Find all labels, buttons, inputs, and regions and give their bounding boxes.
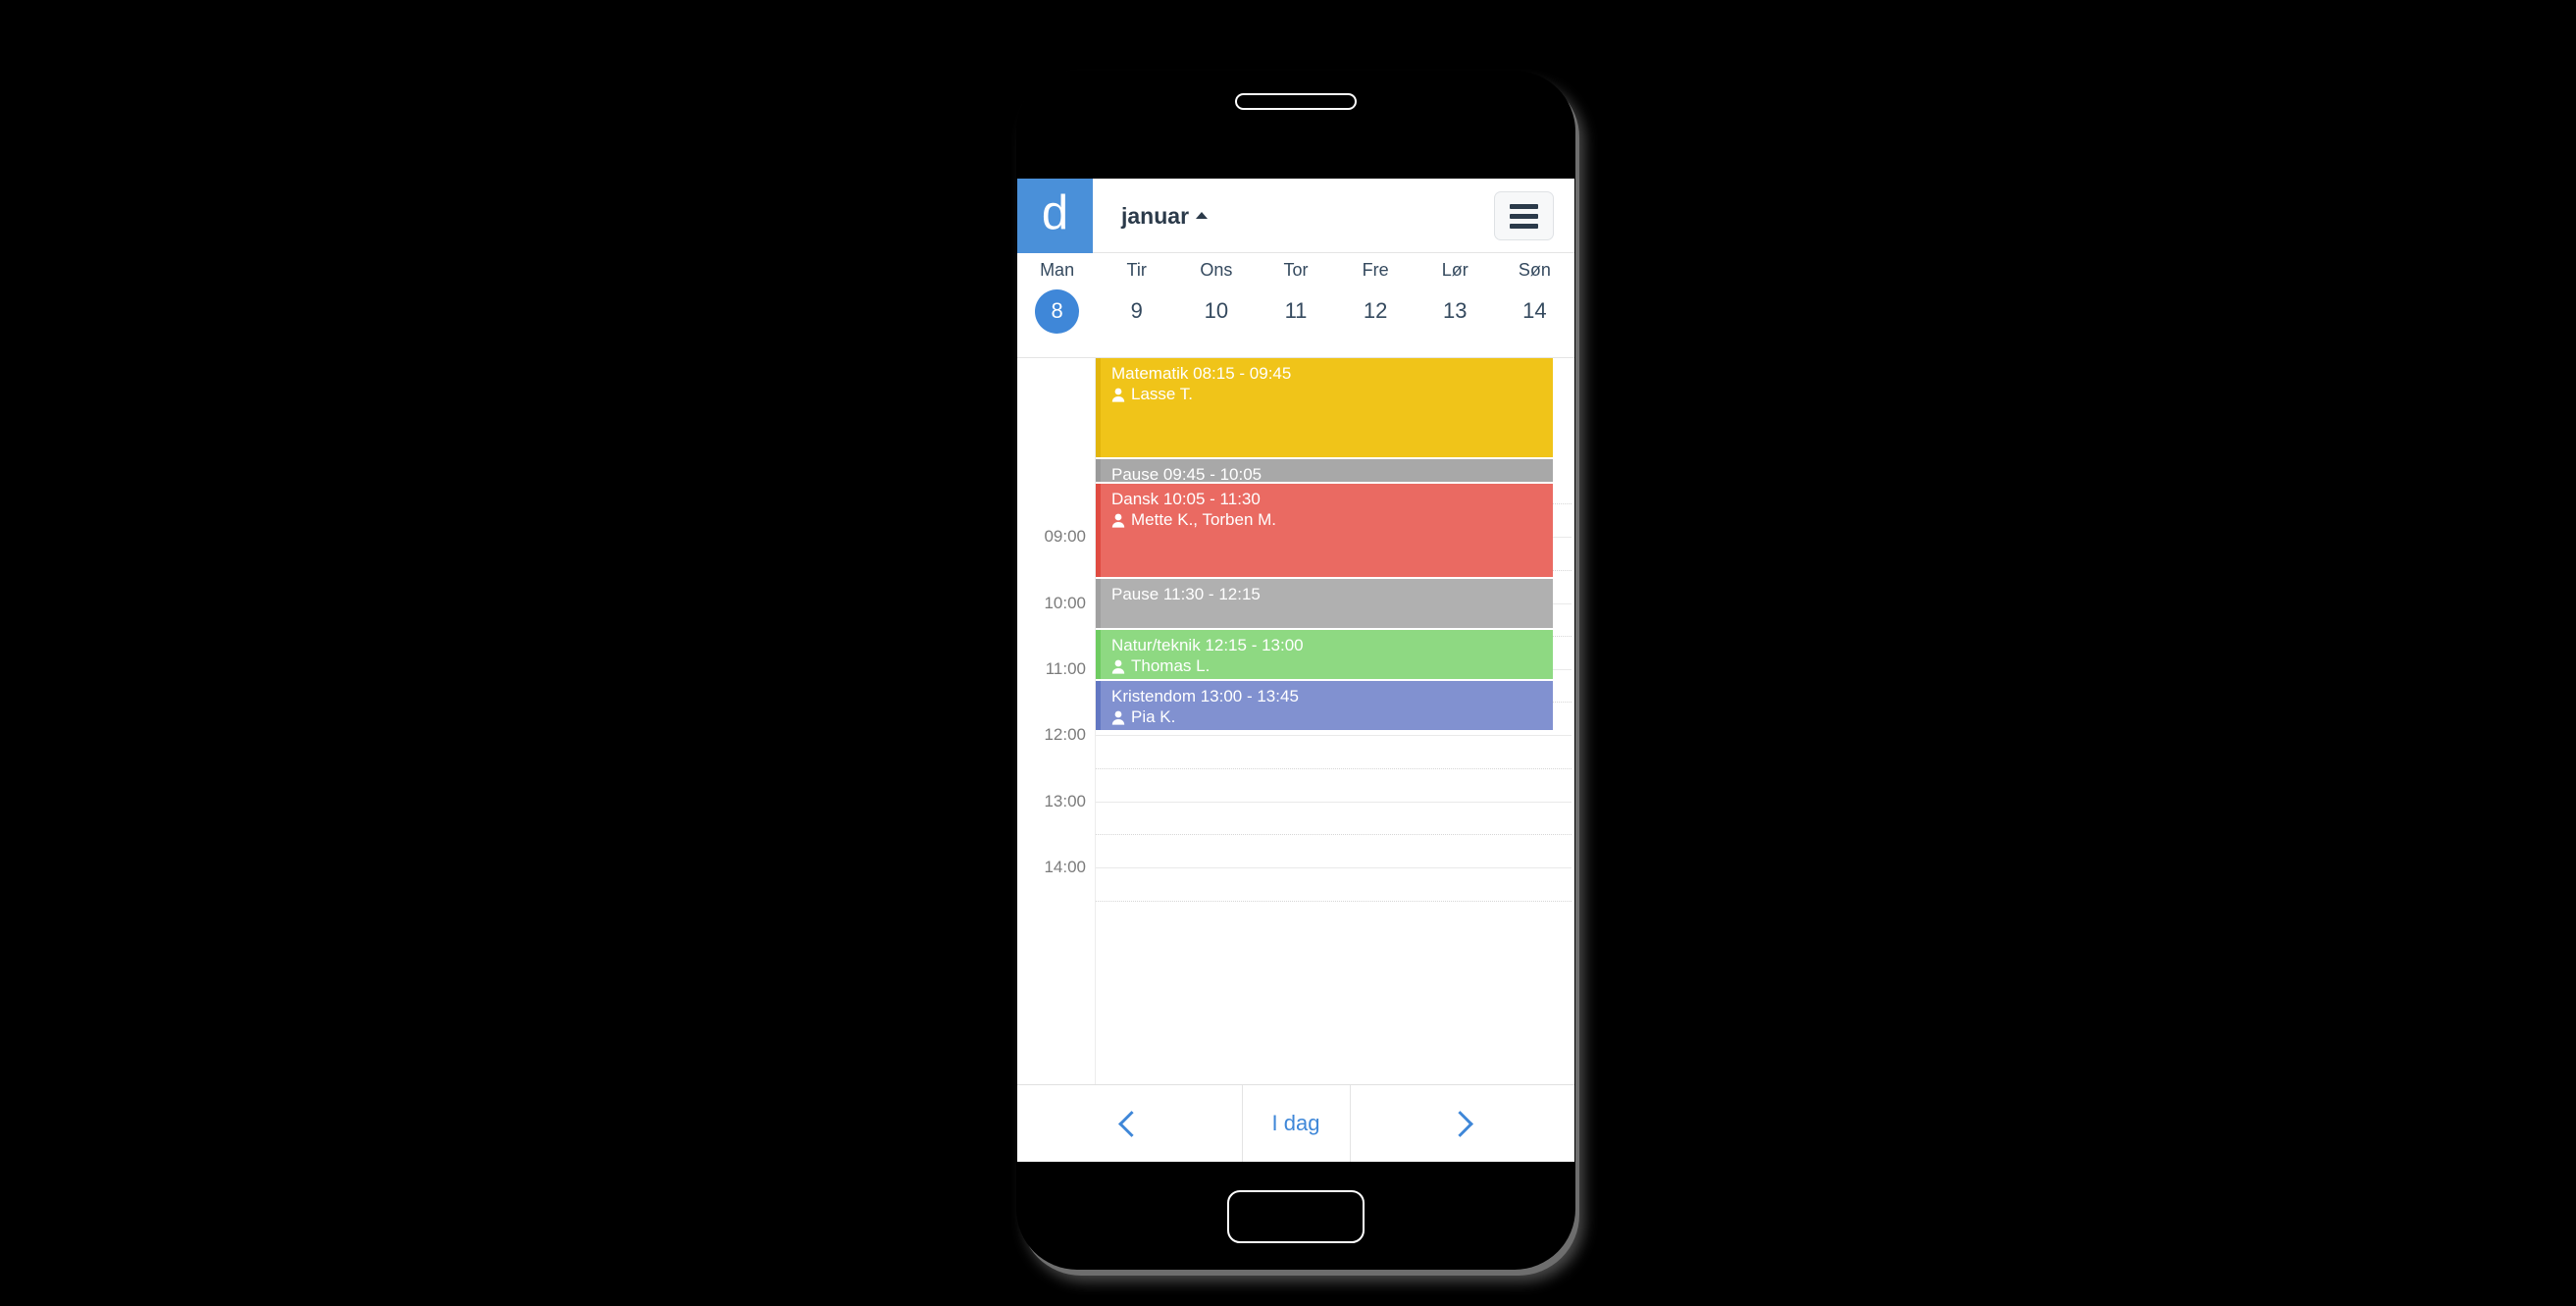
event-title: Pause 09:45 - 10:05 [1111, 465, 1262, 482]
event-teacher-label: Lasse T. [1131, 385, 1194, 404]
hamburger-bar [1510, 203, 1538, 209]
event-teacher: Lasse T. [1111, 384, 1553, 405]
phone-speaker-icon [1235, 93, 1357, 110]
event-title: Natur/teknik 12:15 - 13:00 [1111, 636, 1304, 654]
previous-week-button[interactable] [1017, 1085, 1243, 1162]
chevron-right-icon [1446, 1110, 1473, 1137]
time-axis-column: 09:00 10:00 11:00 12:00 13:00 14:00 [1017, 358, 1095, 1084]
day-number-8[interactable]: 8 [1017, 285, 1097, 338]
person-icon [1111, 388, 1125, 402]
day-number-label: 10 [1204, 298, 1229, 323]
today-button-label: I dag [1271, 1111, 1320, 1135]
calendar-event[interactable]: Pause 11:30 - 12:15 [1096, 579, 1553, 628]
weekday-name-tor[interactable]: Tor [1256, 260, 1335, 281]
time-label: 09:00 [1044, 527, 1086, 546]
day-number-13[interactable]: 13 [1416, 285, 1495, 338]
event-teacher-label: Pia K. [1131, 707, 1176, 727]
weekday-name-ons[interactable]: Ons [1176, 260, 1256, 281]
event-list: Matematik 08:15 - 09:45 Lasse T. Pause 09:… [1096, 358, 1553, 1084]
day-number-11[interactable]: 11 [1256, 285, 1335, 338]
hamburger-menu-button[interactable] [1494, 191, 1554, 240]
bottom-navigation-bar: I dag [1017, 1084, 1574, 1162]
event-title: Pause 11:30 - 12:15 [1111, 585, 1261, 603]
weekday-name-fre[interactable]: Fre [1336, 260, 1416, 281]
time-label: 14:00 [1044, 858, 1086, 876]
today-button[interactable]: I dag [1243, 1085, 1351, 1162]
calendar-day-grid[interactable]: 09:00 10:00 11:00 12:00 13:00 14:00 Matematik… [1017, 358, 1574, 1084]
calendar-event[interactable]: Matematik 08:15 - 09:45 Lasse T. [1096, 358, 1553, 457]
day-number-label: 14 [1522, 298, 1547, 323]
day-number-12[interactable]: 12 [1336, 285, 1416, 338]
event-teacher: Pia K. [1111, 706, 1553, 728]
time-label: 12:00 [1044, 725, 1086, 744]
event-title: Kristendom 13:00 - 13:45 [1111, 687, 1299, 705]
event-teacher-label: Mette K., Torben M. [1131, 510, 1277, 530]
person-icon [1111, 659, 1125, 674]
time-label: 11:00 [1045, 659, 1086, 678]
person-icon [1111, 710, 1125, 725]
day-number-label: 9 [1130, 298, 1143, 323]
event-teacher: Thomas L. [1111, 655, 1553, 677]
time-label: 10:00 [1044, 594, 1086, 612]
event-teacher: Mette K., Torben M. [1111, 509, 1553, 531]
month-label: januar [1121, 203, 1190, 229]
day-number-label: 13 [1443, 298, 1468, 323]
weekday-name-man[interactable]: Man [1017, 260, 1097, 281]
month-selector[interactable]: januar [1121, 203, 1209, 230]
day-number-14[interactable]: 14 [1495, 285, 1574, 338]
calendar-event[interactable]: Natur/teknik 12:15 - 13:00 Thomas L. [1096, 630, 1553, 679]
calendar-event[interactable]: Dansk 10:05 - 11:30 Mette K., Torben M. [1096, 484, 1553, 577]
app-logo-letter: d [1041, 186, 1069, 239]
next-week-button[interactable] [1351, 1085, 1575, 1162]
phone-screen: d januar Man Tir Ons Tor Fre Lør Søn 8 9 10 11 12 1… [1017, 179, 1574, 1162]
day-number-label: 12 [1363, 298, 1388, 323]
event-title: Matematik 08:15 - 09:45 [1111, 364, 1292, 383]
day-number-9[interactable]: 9 [1097, 285, 1176, 338]
day-number-label: 11 [1284, 298, 1308, 323]
phone-device-frame: d januar Man Tir Ons Tor Fre Lør Søn 8 9 10 11 12 1… [1016, 71, 1575, 1270]
hamburger-bar [1510, 223, 1538, 229]
phone-home-button[interactable] [1227, 1190, 1365, 1243]
time-label: 13:00 [1044, 792, 1086, 810]
hamburger-bar [1510, 213, 1538, 219]
app-header: d januar [1017, 179, 1574, 253]
day-number-10[interactable]: 10 [1176, 285, 1256, 338]
person-icon [1111, 513, 1125, 528]
caret-up-icon [1196, 211, 1209, 219]
event-teacher-label: Thomas L. [1131, 656, 1211, 676]
week-strip: Man Tir Ons Tor Fre Lør Søn 8 9 10 11 12 13 14 [1017, 253, 1574, 358]
weekday-number-row: 8 9 10 11 12 13 14 [1017, 281, 1574, 338]
calendar-event[interactable]: Kristendom 13:00 - 13:45 Pia K. [1096, 681, 1553, 730]
app-logo[interactable]: d [1017, 179, 1093, 253]
day-number-label: 8 [1035, 288, 1080, 334]
weekday-name-søn[interactable]: Søn [1495, 260, 1574, 281]
weekday-name-lør[interactable]: Lør [1416, 260, 1495, 281]
weekday-name-tir[interactable]: Tir [1097, 260, 1176, 281]
chevron-left-icon [1118, 1110, 1146, 1137]
weekday-name-row: Man Tir Ons Tor Fre Lør Søn [1017, 253, 1574, 281]
calendar-event[interactable]: Pause 09:45 - 10:05 [1096, 459, 1553, 482]
event-title: Dansk 10:05 - 11:30 [1111, 490, 1261, 508]
